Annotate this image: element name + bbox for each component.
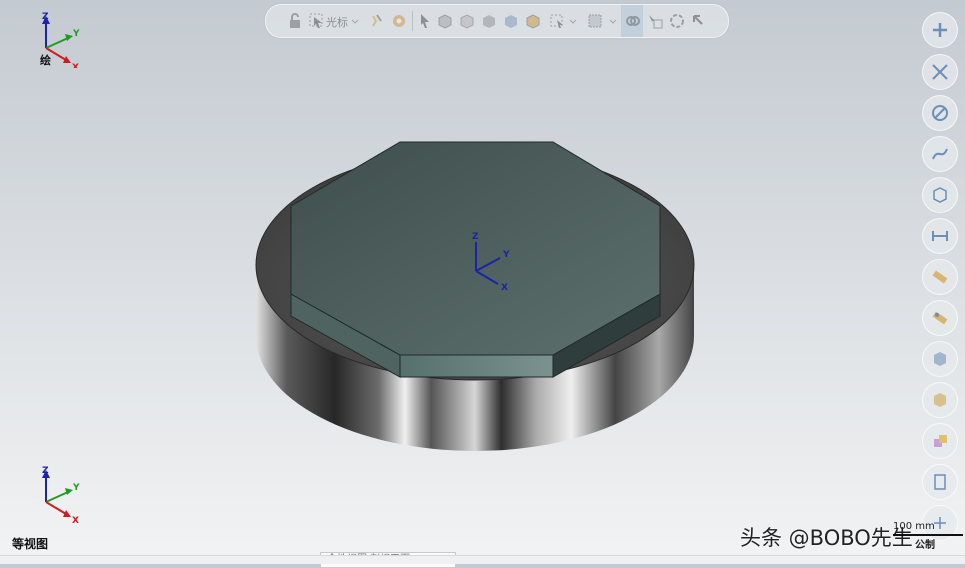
watermark-text: 头条 @BOBO先生: [740, 526, 913, 550]
top-triad-label: 绘: [40, 54, 51, 67]
top-axis-x: X: [72, 63, 79, 68]
bottom-axis-z: Z: [42, 466, 49, 476]
top-axis-y: Y: [72, 29, 80, 39]
center-axis-x: X: [501, 283, 508, 293]
bottom-axis-y: Y: [72, 483, 80, 493]
top-axis-z: Z: [42, 12, 49, 22]
octagon-side-front[interactable]: [399, 354, 554, 378]
bottom-axis-x: X: [72, 516, 79, 524]
units-text: 公制: [915, 540, 935, 551]
bottom-triad: Z Y X: [42, 466, 80, 524]
model-viewport[interactable]: Z Y X: [0, 0, 965, 563]
scale-text: 100 mm: [893, 521, 935, 532]
center-axis-z: Z: [472, 232, 479, 242]
view-name-label: 等视图: [12, 537, 49, 551]
center-axis-y: Y: [502, 250, 510, 260]
